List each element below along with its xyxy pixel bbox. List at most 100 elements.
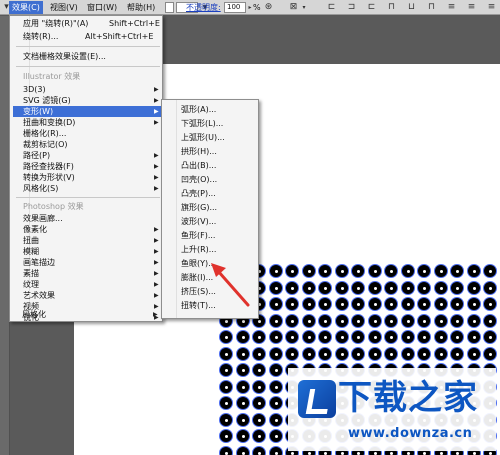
pattern-dot	[235, 363, 250, 377]
menu-help[interactable]: 帮助(H)	[124, 1, 158, 14]
pattern-dot	[367, 313, 382, 328]
recolor-icon[interactable]: ⊛	[263, 2, 274, 13]
menu-item-3d[interactable]: 3D(3)	[23, 84, 46, 95]
submenu-item-arch[interactable]: 拱形(H)...	[181, 146, 217, 157]
pattern-dot	[285, 280, 299, 295]
pattern-dot	[384, 346, 398, 361]
submenu-item-shell-upper[interactable]: 凸壳(P)...	[181, 188, 216, 199]
opacity-label[interactable]: 不透明度:	[186, 1, 221, 14]
pattern-dot	[235, 346, 250, 361]
pattern-dot	[400, 280, 415, 295]
align-middle-icon[interactable]: ⊔	[406, 2, 417, 13]
align-top-icon[interactable]: ⊓	[386, 2, 397, 13]
section-header-photoshop: Photoshop 效果	[23, 202, 84, 211]
pattern-dot	[318, 330, 332, 344]
menu-separator	[16, 66, 160, 67]
pattern-dot	[384, 297, 398, 311]
menu-item-texture[interactable]: 纹理	[23, 279, 39, 290]
opacity-input[interactable]: 100	[224, 2, 246, 13]
submenu-item-fisheye[interactable]: 鱼眼(Y)...	[181, 258, 216, 269]
distribute-bottom-icon[interactable]: ≡	[486, 2, 497, 13]
distribute-middle-icon[interactable]: ≡	[466, 2, 477, 13]
pattern-dot	[318, 297, 332, 311]
menu-item-blur[interactable]: 模糊	[23, 246, 39, 257]
style-swatch-icon[interactable]	[165, 2, 174, 13]
pattern-dot	[252, 379, 266, 394]
align-dropdown-icon[interactable]: ▾	[299, 2, 309, 13]
menu-view[interactable]: 视图(V)	[47, 1, 81, 14]
menu-item-svg-filters[interactable]: SVG 滤镜(G)	[23, 95, 71, 106]
align-bottom-icon[interactable]: ⊓	[426, 2, 437, 13]
submenu-item-arc-lower[interactable]: 下弧形(L)...	[181, 118, 223, 129]
menu-item-last-effect[interactable]: 绕转(R)...	[23, 31, 58, 42]
menu-item-effect-gallery[interactable]: 效果画廊...	[23, 213, 63, 224]
menu-item-rasterize[interactable]: 栅格化(R)...	[23, 128, 66, 139]
align-left-icon[interactable]: ⊏	[326, 2, 337, 13]
pattern-dot	[301, 264, 316, 278]
menu-item-crop-marks[interactable]: 裁剪标记(O)	[23, 139, 68, 150]
pattern-dot	[219, 379, 233, 394]
pattern-dot	[285, 346, 299, 361]
pattern-dot	[483, 313, 497, 328]
pattern-dot	[268, 330, 283, 344]
pattern-dot	[252, 429, 266, 443]
pattern-dot	[219, 412, 233, 427]
menu-item-pixelate[interactable]: 像素化	[23, 224, 47, 235]
pattern-dot	[334, 346, 349, 361]
menu-item-ps-stylize[interactable]: 风格化	[22, 309, 46, 320]
pattern-dot	[318, 313, 332, 328]
pattern-dot	[483, 346, 497, 361]
align-center-icon[interactable]: ⊐	[346, 2, 357, 13]
submenu-item-inflate[interactable]: 膨胀(I)...	[181, 272, 213, 283]
pattern-dot	[466, 313, 481, 328]
submenu-item-rise[interactable]: 上升(R)...	[181, 244, 216, 255]
pattern-dot	[219, 346, 233, 361]
pattern-dot	[235, 445, 250, 455]
submenu-item-arc[interactable]: 弧形(A)...	[181, 104, 216, 115]
submenu-item-bulge[interactable]: 凸出(B)...	[181, 160, 216, 171]
submenu-item-squeeze[interactable]: 挤压(S)...	[181, 286, 216, 297]
menu-item-sketch[interactable]: 素描	[23, 268, 39, 279]
menu-item-convert-to-shape[interactable]: 转换为形状(V)	[23, 172, 75, 183]
align-right-icon[interactable]: ⊏	[366, 2, 377, 13]
pattern-dot	[351, 280, 365, 295]
submenu-item-fish[interactable]: 鱼形(F)...	[181, 230, 215, 241]
menu-item-raster-settings[interactable]: 文档栅格效果设置(E)...	[23, 51, 106, 62]
submenu-arrow-icon: ▶	[154, 226, 159, 233]
pattern-dot	[483, 280, 497, 295]
pattern-dot	[235, 429, 250, 443]
distribute-top-icon[interactable]: ≡	[446, 2, 457, 13]
pattern-dot	[433, 346, 448, 361]
menu-item-distort-transform[interactable]: 扭曲和变换(D)	[23, 117, 75, 128]
pattern-dot	[268, 297, 283, 311]
pattern-dot	[483, 297, 497, 311]
align-grid-icon[interactable]: ⊠	[288, 2, 299, 13]
menu-item-path[interactable]: 路径(P)	[23, 150, 50, 161]
submenu-arrow-icon: ▶	[154, 163, 159, 170]
submenu-item-wave[interactable]: 波形(V)...	[181, 216, 216, 227]
submenu-item-arc-upper[interactable]: 上弧形(U)...	[181, 132, 225, 143]
menu-item-artistic[interactable]: 艺术效果	[23, 290, 55, 301]
submenu-arrow-icon: ▶	[154, 281, 159, 288]
submenu-item-twist[interactable]: 扭转(T)...	[181, 300, 216, 311]
menu-effect[interactable]: 效果(C)	[9, 1, 43, 14]
menu-item-brush-strokes[interactable]: 画笔描边	[23, 257, 55, 268]
pattern-dot	[417, 330, 431, 344]
menu-item-pathfinder[interactable]: 路径查找器(F)	[23, 161, 74, 172]
pattern-dot	[483, 330, 497, 344]
pattern-dot	[235, 396, 250, 410]
menu-item-apply-last[interactable]: 应用 "绕转(R)"(A)	[23, 18, 88, 29]
submenu-arrow-icon: ▶	[154, 270, 159, 277]
submenu-arrow-icon: ▶	[154, 119, 159, 126]
pattern-dot	[417, 297, 431, 311]
submenu-item-flag[interactable]: 旗形(G)...	[181, 202, 217, 213]
pattern-dot	[334, 297, 349, 311]
menu-item-distort[interactable]: 扭曲	[23, 235, 39, 246]
pattern-dot	[285, 264, 299, 278]
menu-window[interactable]: 窗口(W)	[84, 1, 120, 14]
menu-item-stylize[interactable]: 风格化(S)	[23, 183, 58, 194]
pattern-dot	[450, 297, 464, 311]
pattern-dot	[384, 313, 398, 328]
pattern-dot	[219, 363, 233, 377]
submenu-item-shell-lower[interactable]: 凹壳(O)...	[181, 174, 217, 185]
